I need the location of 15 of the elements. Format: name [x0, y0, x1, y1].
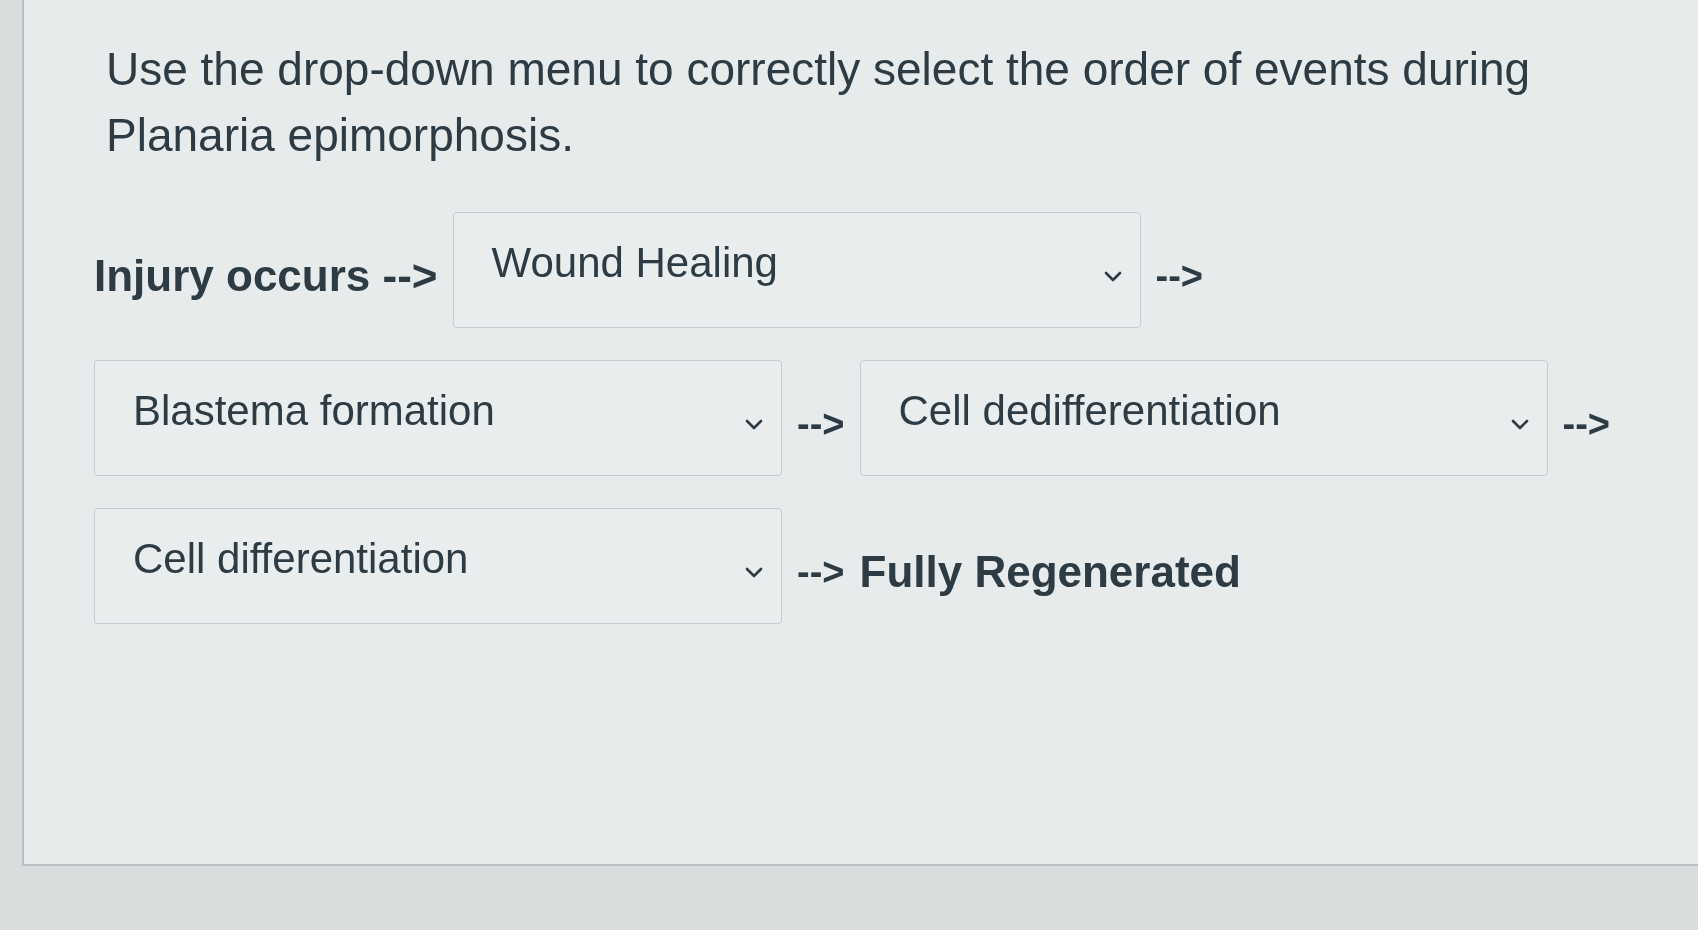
step-label: Injury occurs --> [94, 251, 438, 301]
arrow-text: --> [1155, 254, 1204, 298]
dropdown[interactable]: Cell differentiation [94, 508, 782, 624]
step-label: Fully Regenerated [859, 547, 1241, 597]
dropdown[interactable]: Blastema formation [94, 360, 782, 476]
chevron-down-icon [745, 419, 763, 430]
arrow-text: --> [1562, 402, 1610, 446]
arrow-text: --> [797, 550, 845, 594]
chevron-down-icon [1103, 271, 1122, 282]
question-text: Use the drop-down menu to correctly select the order of events during Planaria epimorphosis. [106, 42, 1532, 163]
dropdown[interactable]: Cell dedifferentiation [859, 360, 1548, 476]
dropdown[interactable]: Wound Healing [452, 212, 1141, 328]
chevron-down-icon [745, 567, 763, 578]
arrow-text: --> [797, 402, 845, 446]
chevron-down-icon [1510, 419, 1529, 430]
